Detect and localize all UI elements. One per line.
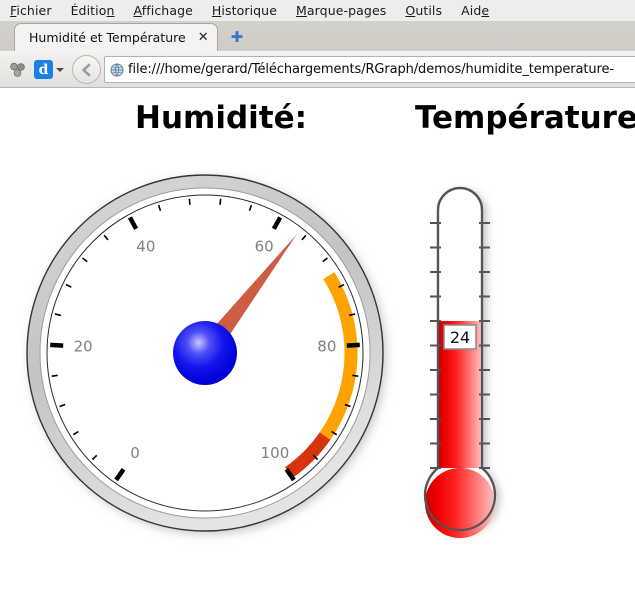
gauge-tick-label: 20 xyxy=(74,338,93,356)
downloads-badge-label: d xyxy=(34,60,53,79)
address-bar[interactable]: file:///home/gerard/Téléchargements/RGra… xyxy=(104,56,635,83)
gauge-minor-tick xyxy=(219,198,222,205)
back-button[interactable] xyxy=(72,55,101,84)
temperature-heading: Température: xyxy=(415,100,635,136)
menu-item-historique[interactable]: Historique xyxy=(212,3,277,18)
tab-humidite-et-temperature[interactable]: Humidité et Température ✕ xyxy=(14,23,218,51)
menu-item-outils[interactable]: Outils xyxy=(405,3,442,18)
menu-item-affichage[interactable]: Affichage xyxy=(134,3,193,18)
thermometer-value-label: 24 xyxy=(450,328,470,347)
url-text: file:///home/gerard/Téléchargements/RGra… xyxy=(128,62,614,77)
gauge-minor-tick xyxy=(188,198,191,205)
tab-label: Humidité et Température xyxy=(29,30,186,45)
gauge-tick-label: 60 xyxy=(255,237,274,255)
gauge-tick-label: 40 xyxy=(136,237,155,255)
browser-chrome: Fichier Édition Affichage Historique Mar… xyxy=(0,0,635,88)
humidity-gauge-svg: 0 20 40 60 80 100 xyxy=(26,174,384,532)
downloads-icon[interactable]: d xyxy=(34,58,64,82)
navigation-toolbar: d file:///home/gerard/Téléchargements/RG… xyxy=(0,51,635,87)
menu-item-aide[interactable]: Aide xyxy=(461,3,489,18)
gauge-tick-label: 0 xyxy=(130,444,140,462)
menu-bar: Fichier Édition Affichage Historique Mar… xyxy=(0,0,635,21)
menu-item-marque-pages[interactable]: Marque-pages xyxy=(296,3,386,18)
temperature-thermometer-svg: 24 xyxy=(423,186,497,538)
humidity-heading: Humidité: xyxy=(135,100,307,136)
gauge-major-tick xyxy=(346,342,360,348)
tab-strip: Humidité et Température ✕ ✚ xyxy=(0,21,635,51)
humidity-gauge[interactable]: 0 20 40 60 80 100 xyxy=(20,168,410,562)
gauge-major-tick xyxy=(50,342,64,348)
headings-row: Humidité: Température: xyxy=(0,100,635,148)
gauge-minor-tick xyxy=(51,374,58,377)
page-content: Humidité: Température: 0 20 40 60 80 100… xyxy=(0,88,635,595)
close-icon[interactable]: ✕ xyxy=(198,31,209,44)
temperature-thermometer[interactable]: 24 xyxy=(410,168,530,572)
puzzle-icon[interactable] xyxy=(6,58,30,82)
new-tab-icon[interactable]: ✚ xyxy=(231,30,244,45)
menu-item-fichier[interactable]: Fichier xyxy=(10,3,52,18)
gauge-tick-label: 100 xyxy=(261,444,290,462)
menu-item-edition[interactable]: Édition xyxy=(71,3,115,18)
globe-icon xyxy=(110,63,124,77)
gauge-centre-pin xyxy=(173,321,237,385)
gauge-tick-label: 80 xyxy=(317,338,336,356)
gauge-minor-tick xyxy=(352,374,359,377)
chevron-down-icon[interactable] xyxy=(56,67,64,72)
